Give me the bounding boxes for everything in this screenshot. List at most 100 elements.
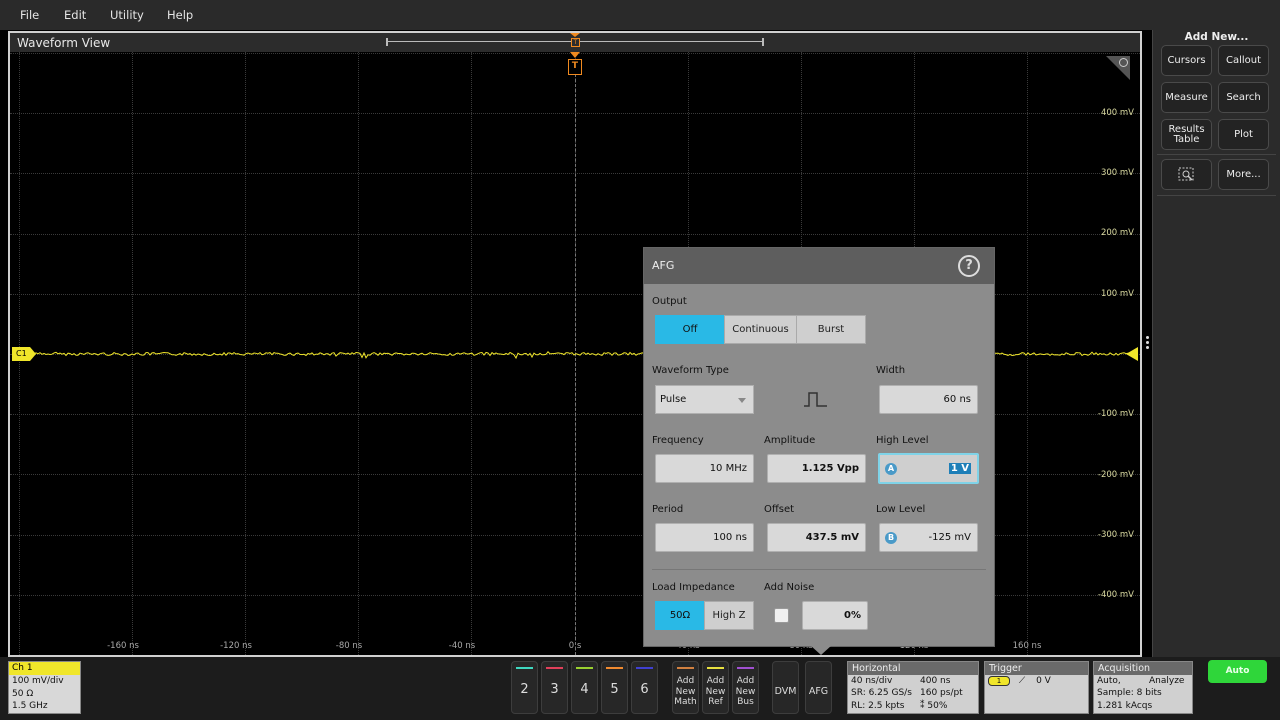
y-axis-label: -400 mV <box>1097 590 1134 600</box>
offset-field[interactable]: 437.5 mV <box>767 523 866 552</box>
output-continuous-button[interactable]: Continuous <box>724 315 797 344</box>
x-axis-label: 160 ns <box>1012 641 1042 651</box>
menu-help[interactable]: Help <box>167 8 193 22</box>
channel-2-button-label: 2 <box>520 682 529 697</box>
knob-a-icon: A <box>885 463 897 475</box>
trigger-source: 1 <box>988 675 1010 686</box>
dvm-button[interactable]: DVM <box>772 661 799 714</box>
afg-dialog-title: AFG <box>652 259 675 272</box>
channel-6-button[interactable]: 6 <box>631 661 658 714</box>
channel-color-stripe <box>737 667 754 669</box>
record-view-bar[interactable]: T <box>386 38 764 47</box>
channel-2-button[interactable]: 2 <box>511 661 538 714</box>
y-axis-label: 100 mV <box>1100 289 1134 299</box>
load-impedance-label: Load Impedance <box>652 582 735 593</box>
menu-utility[interactable]: Utility <box>110 8 144 22</box>
trigger-level: 0 V <box>1036 676 1051 686</box>
low-level-value: -125 mV <box>928 532 971 543</box>
divider <box>1157 195 1276 196</box>
high-level-value: 1 V <box>948 463 971 474</box>
menu-file[interactable]: File <box>20 8 39 22</box>
afg-button-label: AFG <box>808 686 829 697</box>
acquisition-sample: Sample: 8 bits <box>1097 688 1162 699</box>
help-icon[interactable]: ? <box>958 255 980 277</box>
callout-button[interactable]: Callout <box>1218 45 1269 76</box>
more-button[interactable]: More... <box>1218 159 1269 190</box>
y-axis-label: 400 mV <box>1100 108 1134 118</box>
output-label: Output <box>652 296 687 307</box>
low-level-field[interactable]: B -125 mV <box>879 523 978 552</box>
afg-dialog-header: AFG ? <box>644 248 994 284</box>
y-axis-label: -100 mV <box>1097 409 1134 419</box>
channel-3-button[interactable]: 3 <box>541 661 568 714</box>
channel-color-stripe <box>606 667 623 669</box>
y-axis-label: 300 mV <box>1100 168 1134 178</box>
channel-color-stripe <box>677 667 694 669</box>
frequency-field[interactable]: 10 MHz <box>655 454 754 483</box>
acquisition-badge[interactable]: Acquisition Auto, Analyze Sample: 8 bits … <box>1093 661 1193 714</box>
channel-5-button[interactable]: 5 <box>601 661 628 714</box>
record-position-arrow-icon <box>570 33 580 37</box>
time-per-point: 160 ps/pt <box>920 688 963 699</box>
y-axis-label: 200 mV <box>1100 228 1134 238</box>
add-noise-checkbox[interactable] <box>774 608 789 623</box>
acquisition-title: Acquisition <box>1094 662 1192 675</box>
x-axis-label: -160 ns <box>107 641 139 651</box>
ch1-termination: 50 Ω <box>12 688 34 699</box>
measure-button[interactable]: Measure <box>1161 82 1212 113</box>
settings-bar: Ch 1 100 mV/div 50 Ω 1.5 GHz 2 3 4 5 6 Add Ne… <box>0 657 1280 720</box>
waveform-type-dropdown[interactable]: Pulse <box>655 385 754 414</box>
amplitude-label: Amplitude <box>764 435 816 446</box>
knob-b-icon: B <box>885 532 897 544</box>
channel-6-button-label: 6 <box>640 682 649 697</box>
trigger-badge[interactable]: Trigger 1 ⟋ 0 V <box>984 661 1089 714</box>
ch1-badge[interactable]: Ch 1 100 mV/div 50 Ω 1.5 GHz <box>8 661 81 714</box>
y-axis-label: -300 mV <box>1097 530 1134 540</box>
add-ref-button[interactable]: Add New Ref <box>702 661 729 714</box>
channel-4-button-label: 4 <box>580 682 589 697</box>
add-new-panel: Add New... Cursors Callout Measure Searc… <box>1152 30 1280 657</box>
low-level-label: Low Level <box>876 504 926 515</box>
afg-button[interactable]: AFG <box>805 661 832 714</box>
acquisition-count: 1.281 kAcqs <box>1097 700 1153 711</box>
amplitude-field[interactable]: 1.125 Vpp <box>767 454 866 483</box>
output-off-button[interactable]: Off <box>655 315 725 344</box>
menu-edit[interactable]: Edit <box>64 8 86 22</box>
high-level-label: High Level <box>876 435 929 446</box>
high-level-field[interactable]: A 1 V <box>878 453 979 484</box>
channel-5-button-label: 5 <box>610 682 619 697</box>
channel-4-button[interactable]: 4 <box>571 661 598 714</box>
channel-color-stripe <box>636 667 653 669</box>
ch1-offset-arrow-icon[interactable] <box>1126 347 1138 361</box>
noise-field[interactable]: 0% <box>802 601 868 630</box>
channel-color-stripe <box>707 667 724 669</box>
add-new-title: Add New... <box>1184 31 1249 43</box>
add-bus-button[interactable]: Add New Bus <box>732 661 759 714</box>
load-high-z-button[interactable]: High Z <box>704 601 754 630</box>
waveform-type-label: Waveform Type <box>652 365 729 376</box>
menu-bar: File Edit Utility Help <box>0 0 1280 30</box>
results-table-button[interactable]: Results Table <box>1161 119 1212 150</box>
channel-color-stripe <box>576 667 593 669</box>
load-50ohm-button[interactable]: 50Ω <box>655 601 705 630</box>
acquisition-analyze: Analyze <box>1149 676 1185 686</box>
run-mode-auto-button[interactable]: Auto <box>1208 660 1267 683</box>
search-button[interactable]: Search <box>1218 82 1269 113</box>
record-trigger-marker-icon: T <box>571 38 580 47</box>
x-axis-label: -120 ns <box>220 641 252 651</box>
y-axis-label: -200 mV <box>1097 470 1134 480</box>
plot-button[interactable]: Plot <box>1218 119 1269 150</box>
add-math-button[interactable]: Add New Math <box>672 661 699 714</box>
cursors-button[interactable]: Cursors <box>1161 45 1212 76</box>
width-label: Width <box>876 365 906 376</box>
afg-dialog-pointer <box>810 645 832 655</box>
horizontal-badge[interactable]: Horizontal 40 ns/div 400 ns SR: 6.25 GS/s… <box>847 661 979 714</box>
panel-resize-handle[interactable] <box>1144 336 1150 354</box>
horizontal-position: ⁑ 50% <box>920 700 948 711</box>
zoom-box-button[interactable] <box>1161 159 1212 190</box>
period-field[interactable]: 100 ns <box>655 523 754 552</box>
output-burst-button[interactable]: Burst <box>796 315 866 344</box>
width-field[interactable]: 60 ns <box>879 385 978 414</box>
divider <box>652 569 986 570</box>
trigger-title: Trigger <box>985 662 1088 675</box>
